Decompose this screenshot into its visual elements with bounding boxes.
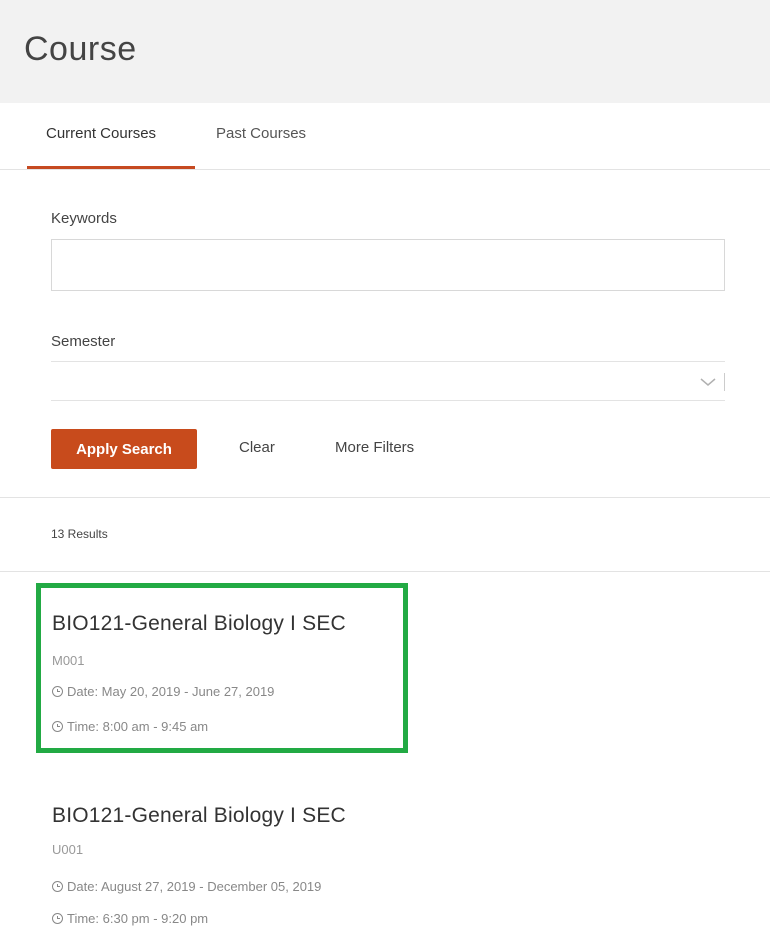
- course-tabs: Current Courses Past Courses: [0, 103, 770, 170]
- select-divider: [724, 373, 725, 391]
- course-date-text: Date: August 27, 2019 - December 05, 201…: [67, 879, 322, 894]
- course-section: M001: [52, 653, 85, 668]
- semester-select[interactable]: [51, 361, 725, 401]
- course-time: Time: 8:00 am - 9:45 am: [52, 719, 208, 734]
- course-title[interactable]: BIO121-General Biology I SEC: [52, 804, 346, 828]
- course-section: U001: [52, 842, 84, 857]
- course-card[interactable]: BIO121-General Biology I SEC M001 Date: …: [36, 583, 408, 753]
- course-title[interactable]: BIO121-General Biology I SEC: [52, 612, 346, 636]
- tab-past-courses[interactable]: Past Courses: [216, 125, 306, 142]
- keywords-input[interactable]: [51, 239, 725, 291]
- clock-icon: [52, 686, 63, 697]
- page-title: Course: [24, 30, 137, 68]
- apply-search-button[interactable]: Apply Search: [51, 429, 197, 469]
- tab-current-courses[interactable]: Current Courses: [46, 125, 156, 142]
- active-tab-indicator: [27, 166, 195, 169]
- clock-icon: [52, 881, 63, 892]
- results-count: 13 Results: [51, 527, 108, 541]
- keywords-label: Keywords: [51, 210, 117, 227]
- more-filters-button[interactable]: More Filters: [335, 439, 414, 456]
- clock-icon: [52, 721, 63, 732]
- course-date: Date: August 27, 2019 - December 05, 201…: [52, 879, 321, 894]
- course-date-text: Date: May 20, 2019 - June 27, 2019: [67, 684, 275, 699]
- clear-button[interactable]: Clear: [239, 439, 275, 456]
- divider: [0, 571, 770, 572]
- course-card[interactable]: BIO121-General Biology I SEC U001 Date: …: [36, 780, 408, 950]
- semester-label: Semester: [51, 333, 116, 350]
- course-time-text: Time: 6:30 pm - 9:20 pm: [67, 911, 209, 926]
- chevron-down-icon: [700, 378, 716, 386]
- clock-icon: [52, 913, 63, 924]
- divider: [0, 497, 770, 498]
- course-time-text: Time: 8:00 am - 9:45 am: [67, 719, 209, 734]
- page-header: Course: [0, 0, 770, 103]
- course-date: Date: May 20, 2019 - June 27, 2019: [52, 684, 274, 699]
- course-time: Time: 6:30 pm - 9:20 pm: [52, 911, 208, 926]
